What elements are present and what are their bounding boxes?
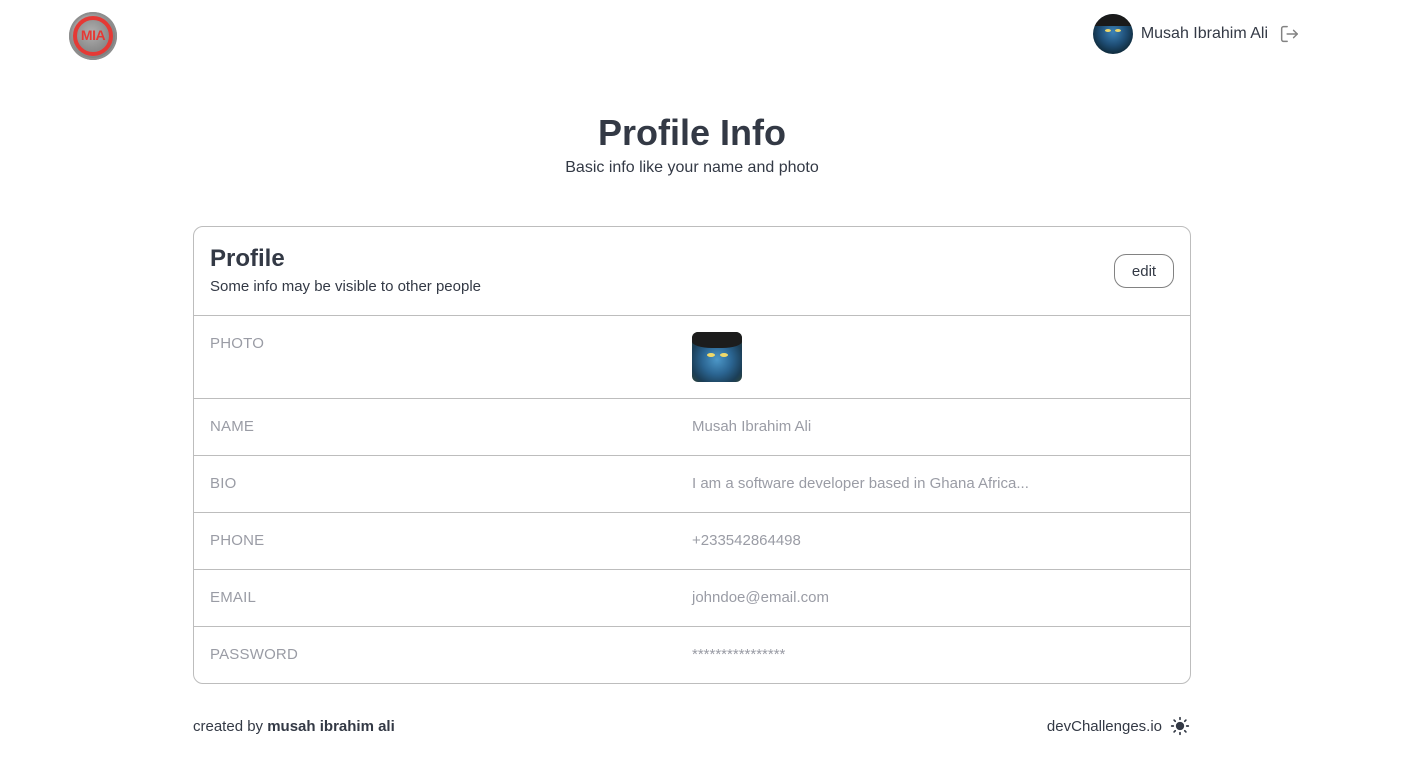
row-label-phone: PHONE: [210, 532, 265, 549]
row-value-bio: I am a software developer based in Ghana…: [692, 475, 1029, 492]
row-label-photo: PHOTO: [210, 335, 265, 352]
photo-eye-right: [720, 353, 728, 357]
profile-row-photo: PHOTO: [194, 316, 1190, 399]
photo-eye-left: [707, 353, 715, 357]
avatar-eye-left: [1104, 29, 1111, 32]
row-label-password: PASSWORD: [210, 646, 298, 663]
profile-photo: [692, 332, 742, 382]
card-title: Profile: [210, 245, 285, 272]
profile-card: Profile Some info may be visible to othe…: [193, 226, 1191, 684]
footer-site: devChallenges.io: [1047, 716, 1190, 736]
logo-text: MIA: [80, 27, 106, 43]
footer-credit: created by musah ibrahim ali: [193, 718, 395, 735]
page-subtitle: Basic info like your name and photo: [565, 159, 819, 176]
page-title: Profile Info: [598, 112, 786, 153]
profile-row-phone: PHONE +233542864498: [194, 513, 1190, 570]
avatar-hair: [1092, 14, 1133, 26]
row-label-email: EMAIL: [210, 589, 257, 606]
row-label-bio: BIO: [210, 475, 237, 492]
header: MIA Musah Ibrahim Ali: [0, 0, 1422, 76]
sun-icon[interactable]: [1170, 716, 1190, 736]
row-value-name: Musah Ibrahim Ali: [692, 418, 812, 435]
logout-icon[interactable]: [1278, 23, 1300, 45]
profile-row-name: NAME Musah Ibrahim Ali: [194, 399, 1190, 456]
card-subtitle: Some info may be visible to other people: [210, 278, 481, 295]
profile-row-email: EMAIL johndoe@email.com: [194, 570, 1190, 627]
logo[interactable]: MIA: [69, 12, 117, 60]
user-menu[interactable]: Musah Ibrahim Ali: [1092, 14, 1300, 54]
user-name[interactable]: Musah Ibrahim Ali: [1141, 25, 1268, 43]
avatar[interactable]: [1092, 14, 1133, 54]
profile-row-bio: BIO I am a software developer based in G…: [194, 456, 1190, 513]
row-value-password: ****************: [692, 646, 786, 663]
footer-site-link[interactable]: devChallenges.io: [1047, 718, 1162, 735]
footer-created-prefix: created by: [193, 718, 264, 735]
footer-author: musah ibrahim ali: [267, 718, 395, 735]
row-value-phone: +233542864498: [692, 532, 801, 549]
profile-row-password: PASSWORD ****************: [194, 627, 1190, 683]
title-block: Profile Info Basic info like your name a…: [0, 110, 1384, 178]
edit-button[interactable]: edit: [1114, 254, 1174, 288]
photo-hair: [692, 332, 742, 348]
row-label-name: NAME: [210, 418, 255, 435]
avatar-eye-right: [1114, 29, 1121, 32]
card-header: Profile Some info may be visible to othe…: [194, 227, 1190, 316]
row-value-email: johndoe@email.com: [692, 589, 829, 606]
